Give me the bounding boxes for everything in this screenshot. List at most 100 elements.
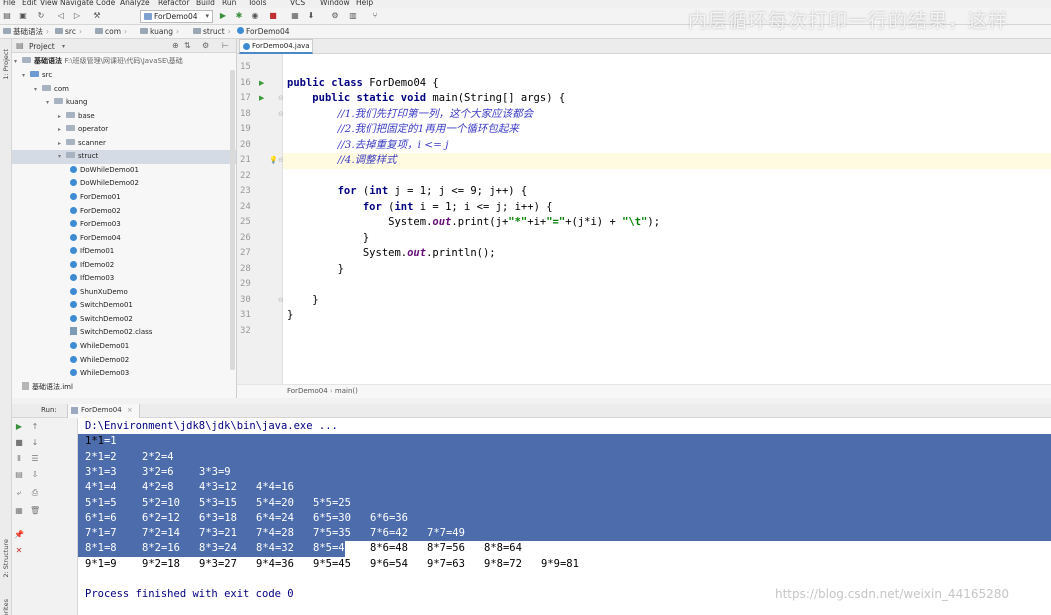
save-icon[interactable]: ▣ xyxy=(18,11,28,21)
line-number[interactable]: 18 xyxy=(240,107,260,123)
soft-wrap-icon[interactable]: ☰ xyxy=(30,454,40,464)
menu-item-run[interactable]: Run xyxy=(222,0,236,7)
line-number[interactable]: 21 xyxy=(240,153,260,169)
line-number[interactable]: 30 xyxy=(240,293,260,309)
sdk-icon[interactable]: ⬇ xyxy=(306,11,316,21)
menu-item-refactor[interactable]: Refactor xyxy=(158,0,189,7)
tree-root-item[interactable]: ▾ 基础语法 F:\班级管理\网课班\代码\JavaSE\基础 xyxy=(14,55,183,69)
project-structure-icon[interactable]: ▦ xyxy=(290,11,300,21)
line-number[interactable]: 19 xyxy=(240,122,260,138)
menu-item-navigate[interactable]: Navigate xyxy=(60,0,94,7)
chevron-right-icon[interactable]: ▸ xyxy=(58,123,66,136)
tree-item-dowhiledemo01[interactable]: DoWhileDemo01 xyxy=(70,164,139,178)
chevron-down-icon[interactable]: ▾ xyxy=(58,150,66,163)
menu-item-vcs[interactable]: VCS xyxy=(290,0,305,7)
tree-item-switchdemo02[interactable]: SwitchDemo02 xyxy=(70,313,133,327)
tree-item-ifdemo03[interactable]: IfDemo03 xyxy=(70,272,114,286)
tree-item-shunxudemo[interactable]: ShunXuDemo xyxy=(70,286,128,300)
line-number[interactable]: 27 xyxy=(240,246,260,262)
project-tool-tab[interactable]: 1: Project xyxy=(2,49,10,80)
tree-item-ifdemo02[interactable]: IfDemo02 xyxy=(70,259,114,273)
run-icon[interactable]: ▶ xyxy=(218,11,228,21)
breadcrumb-item[interactable]: kuang › xyxy=(140,27,179,37)
coverage-icon[interactable]: ◉ xyxy=(250,11,260,21)
line-number[interactable]: 20 xyxy=(240,138,260,154)
pause-icon[interactable]: Ⅱ xyxy=(14,454,24,464)
vcs-icon[interactable]: ⑂ xyxy=(370,11,380,21)
tree-item-switchdemo02-class[interactable]: SwitchDemo02.class xyxy=(70,326,152,340)
build-icon[interactable]: ⚒ xyxy=(92,11,102,21)
menu-item-build[interactable]: Build xyxy=(196,0,215,7)
favorites-tool-tab[interactable]: 2: Favorites xyxy=(2,599,10,615)
tree-item-fordemo04[interactable]: ForDemo04 xyxy=(70,232,121,246)
close-icon[interactable]: ✕ xyxy=(14,546,24,556)
tree-item-whiledemo03[interactable]: WhileDemo03 xyxy=(70,367,129,381)
trash-icon[interactable]: 🗑 xyxy=(30,506,40,516)
line-number[interactable]: 26 xyxy=(240,231,260,247)
breadcrumb-item[interactable]: com › xyxy=(95,27,127,37)
menu-item-view[interactable]: View xyxy=(40,0,58,7)
collapse-all-icon[interactable]: ⇅ xyxy=(184,41,191,50)
chevron-right-icon[interactable]: ▸ xyxy=(58,137,66,150)
print-icon[interactable]: ⎙ xyxy=(30,488,40,498)
menu-item-analyze[interactable]: Analyze xyxy=(120,0,150,7)
layout-icon[interactable]: ▦ xyxy=(14,506,24,516)
rerun-icon[interactable]: ▶ xyxy=(14,422,24,432)
tree-item-struct[interactable]: ▾ struct xyxy=(12,150,236,164)
breadcrumb-item[interactable]: src › xyxy=(55,27,82,37)
breadcrumb-item[interactable]: ForDemo04 xyxy=(237,27,290,37)
project-panel-title[interactable]: Project xyxy=(29,42,55,51)
layout-icon[interactable]: ▥ xyxy=(348,11,358,21)
console-output[interactable]: D:\Environment\jdk8\jdk\bin\java.exe ...… xyxy=(78,418,1051,615)
up-icon[interactable]: ↑ xyxy=(30,422,40,432)
line-number[interactable]: 15 xyxy=(240,60,260,76)
editor-crumb-class[interactable]: ForDemo04 xyxy=(287,387,328,395)
lightbulb-icon[interactable]: 💡 xyxy=(269,153,278,169)
open-folder-icon[interactable]: ▤ xyxy=(2,11,12,21)
tree-item--iml[interactable]: 基础语法.iml xyxy=(22,381,73,395)
line-number[interactable]: 25 xyxy=(240,215,260,231)
line-number[interactable]: 17 xyxy=(240,91,260,107)
down-icon[interactable]: ↓ xyxy=(30,438,40,448)
line-number[interactable]: 23 xyxy=(240,184,260,200)
tree-item-base[interactable]: ▸ base xyxy=(58,110,95,124)
debug-icon[interactable]: ✱ xyxy=(234,11,244,21)
menu-item-edit[interactable]: Edit xyxy=(22,0,37,7)
tree-item-dowhiledemo02[interactable]: DoWhileDemo02 xyxy=(70,177,139,191)
breadcrumb-item[interactable]: 基础语法 › xyxy=(3,27,49,37)
tree-item-fordemo03[interactable]: ForDemo03 xyxy=(70,218,121,232)
forward-icon[interactable]: ▷ xyxy=(72,11,82,21)
line-number[interactable]: 16 xyxy=(240,76,260,92)
menu-item-code[interactable]: Code xyxy=(96,0,115,7)
tree-item-ifdemo01[interactable]: IfDemo01 xyxy=(70,245,114,259)
line-number[interactable]: 31 xyxy=(240,308,260,324)
chevron-down-icon[interactable]: ▾ xyxy=(46,96,54,109)
editor-tab-fordemo04[interactable]: ForDemo04.java × xyxy=(239,39,313,62)
breadcrumb-item[interactable]: struct › xyxy=(193,27,231,37)
editor-crumb-method[interactable]: main() xyxy=(335,387,358,395)
chevron-down-icon[interactable]: ▾ xyxy=(22,69,30,82)
exit-icon[interactable]: ⤶ xyxy=(14,488,24,498)
line-number[interactable]: 28 xyxy=(240,262,260,278)
close-icon[interactable]: × xyxy=(127,406,133,414)
tree-item-scanner[interactable]: ▸ scanner xyxy=(58,137,106,151)
sync-icon[interactable]: ↻ xyxy=(36,11,46,21)
tree-item-fordemo02[interactable]: ForDemo02 xyxy=(70,205,121,219)
dump-threads-icon[interactable]: ▤ xyxy=(14,470,24,480)
run-gutter-icon[interactable]: ▶ xyxy=(259,76,264,92)
run-tab-fordemo04[interactable]: ForDemo04 × xyxy=(67,404,140,418)
tree-item-whiledemo01[interactable]: WhileDemo01 xyxy=(70,340,129,354)
hide-panel-icon[interactable]: ⊢ xyxy=(222,41,229,50)
line-number[interactable]: 29 xyxy=(240,277,260,293)
line-number[interactable]: 24 xyxy=(240,200,260,216)
locate-icon[interactable]: ⊕ xyxy=(172,41,179,50)
menu-item-help[interactable]: Help xyxy=(356,0,373,7)
chevron-right-icon[interactable]: ▸ xyxy=(58,110,66,123)
stop-icon[interactable]: ■ xyxy=(268,11,278,21)
line-number[interactable]: 22 xyxy=(240,169,260,185)
settings-icon[interactable]: ⚙ xyxy=(330,11,340,21)
scroll-to-end-icon[interactable]: ⇩ xyxy=(30,470,40,480)
menu-item-file[interactable]: File xyxy=(3,0,16,7)
gear-icon[interactable]: ⚙ xyxy=(202,41,209,50)
run-gutter-icon[interactable]: ▶ xyxy=(259,91,264,107)
